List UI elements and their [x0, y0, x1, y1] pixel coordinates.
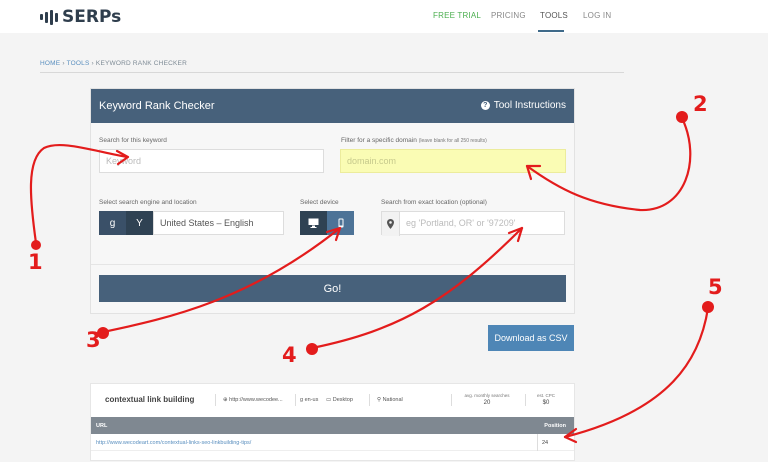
- breadcrumb-current: KEYWORD RANK CHECKER: [95, 60, 187, 67]
- logo-text: SERPs: [62, 7, 122, 27]
- results-table-header: URL Position: [91, 417, 574, 434]
- result-url-link[interactable]: http://www.wecodeart.com/contextual-link…: [96, 440, 251, 446]
- panel-title: Keyword Rank Checker: [99, 100, 215, 112]
- google-engine-button[interactable]: g: [99, 211, 126, 235]
- breadcrumb-home[interactable]: HOME: [40, 60, 60, 67]
- serps-logo[interactable]: SERPs: [40, 7, 121, 27]
- map-pin-icon: [382, 212, 400, 236]
- meta-divider: [525, 394, 526, 406]
- nav-tools[interactable]: TOOLS: [540, 11, 568, 20]
- go-button[interactable]: Go!: [99, 275, 566, 302]
- monthly-searches-stat: avg. monthly searches 20: [459, 393, 515, 406]
- keyword-label: Search for this keyword: [99, 137, 167, 144]
- annotation-number-2: 2: [693, 92, 708, 116]
- top-navigation-bar: SERPs FREE TRIAL PRICING TOOLS LOG IN: [0, 0, 768, 33]
- nav-free-trial[interactable]: FREE TRIAL: [433, 11, 481, 20]
- result-scope-text: National: [382, 397, 403, 403]
- annotation-number-5: 5: [708, 275, 723, 299]
- annotation-number-3: 3: [86, 328, 101, 352]
- url-column-header: URL: [96, 423, 108, 429]
- result-device: ▭ Desktop: [326, 397, 353, 403]
- keyword-rank-checker-panel: Keyword Rank Checker ? Tool Instructions…: [90, 88, 575, 314]
- meta-divider: [451, 394, 452, 406]
- cpc-stat: est. CPC $0: [531, 393, 561, 406]
- table-row: http://www.wecodeart.com/contextual-link…: [91, 434, 574, 451]
- download-csv-button[interactable]: Download as CSV: [488, 325, 574, 351]
- domain-label-text: Filter for a specific domain: [341, 137, 417, 144]
- result-language-text: en-us: [304, 397, 319, 403]
- nav-log-in[interactable]: LOG IN: [583, 11, 611, 20]
- nav-pricing[interactable]: PRICING: [491, 11, 526, 20]
- domain-input[interactable]: domain.com: [340, 149, 566, 173]
- annotation-dot-4: [306, 343, 318, 355]
- globe-icon: ⊕: [223, 397, 228, 403]
- logo-bars-icon: [40, 9, 58, 25]
- exact-location-input[interactable]: eg 'Portland, OR' or '97209': [381, 211, 565, 236]
- result-device-text: Desktop: [332, 397, 353, 403]
- annotation-dot-1: [31, 240, 41, 250]
- location-value: United States – English: [160, 218, 254, 228]
- nav-active-underline: [538, 30, 564, 32]
- annotation-number-4: 4: [282, 343, 297, 367]
- location-select[interactable]: United States – English: [153, 211, 284, 235]
- mobile-device-button[interactable]: [327, 211, 354, 235]
- engine-location-label: Select search engine and location: [99, 199, 197, 206]
- result-domain-text: http://www.wecodee...: [229, 397, 283, 403]
- search-engine-selector: g Y: [99, 211, 153, 235]
- mobile-icon: [338, 218, 343, 228]
- domain-hint: (leave blank for all 250 results): [418, 138, 487, 144]
- result-scope: ⚲ National: [377, 397, 403, 403]
- annotation-dot-2: [676, 111, 688, 123]
- yahoo-engine-button[interactable]: Y: [126, 211, 153, 235]
- result-keyword: contextual link building: [105, 395, 195, 404]
- form-divider: [91, 264, 574, 265]
- annotation-dot-5: [702, 301, 714, 313]
- meta-divider: [295, 394, 296, 406]
- monthly-searches-label: avg. monthly searches: [464, 393, 510, 398]
- results-card: contextual link building ⊕ http://www.we…: [90, 383, 575, 461]
- breadcrumb: HOME › TOOLS › KEYWORD RANK CHECKER: [40, 60, 187, 67]
- cpc-label: est. CPC: [536, 393, 555, 398]
- cpc-value: $0: [542, 400, 550, 406]
- domain-placeholder: domain.com: [347, 156, 397, 166]
- meta-divider: [369, 394, 370, 406]
- breadcrumb-separator: ›: [62, 60, 65, 67]
- google-icon: g: [300, 397, 304, 403]
- monthly-searches-value: 20: [483, 400, 491, 406]
- result-domain: ⊕ http://www.wecodee...: [223, 397, 283, 403]
- result-language: g en-us: [300, 397, 318, 403]
- desktop-icon: [308, 218, 319, 228]
- desktop-icon: ▭: [326, 397, 332, 403]
- annotation-number-1: 1: [28, 250, 43, 274]
- desktop-device-button[interactable]: [300, 211, 327, 235]
- annotation-arrow-5: [563, 306, 710, 439]
- domain-label: Filter for a specific domain (leave blan…: [341, 137, 487, 144]
- position-column-header: Position: [544, 423, 566, 429]
- breadcrumb-divider: [40, 72, 624, 73]
- keyword-placeholder: Keyword: [106, 156, 142, 166]
- device-label: Select device: [300, 199, 339, 206]
- result-position: 24: [537, 434, 574, 451]
- breadcrumb-tools[interactable]: TOOLS: [67, 60, 90, 67]
- tool-instructions-link[interactable]: ? Tool Instructions: [480, 100, 566, 111]
- breadcrumb-separator: ›: [91, 60, 94, 67]
- map-pin-icon: ⚲: [377, 397, 382, 403]
- question-circle-icon: ?: [480, 101, 490, 110]
- keyword-input[interactable]: Keyword: [99, 149, 324, 173]
- tool-instructions-label: Tool Instructions: [493, 100, 566, 111]
- exact-location-label: Search from exact location (optional): [381, 199, 487, 206]
- panel-header: Keyword Rank Checker ? Tool Instructions: [91, 89, 574, 123]
- device-selector: [300, 211, 354, 235]
- meta-divider: [215, 394, 216, 406]
- exact-location-placeholder: eg 'Portland, OR' or '97209': [406, 218, 516, 228]
